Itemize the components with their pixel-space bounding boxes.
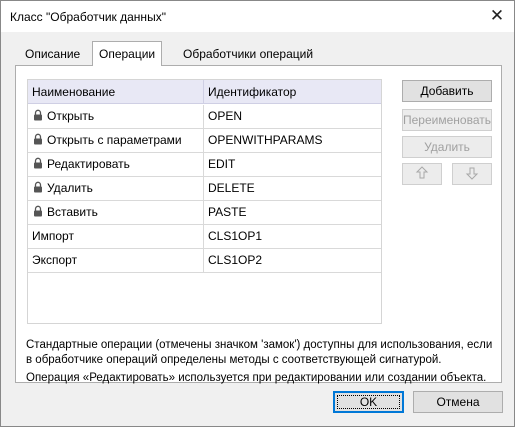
table-row[interactable]: Импорт CLS1OP1 [28, 225, 381, 249]
table-row[interactable]: Вставить PASTE [28, 201, 381, 225]
focus-ring [337, 395, 400, 409]
move-down-button[interactable] [452, 163, 492, 185]
tab-operation-handlers[interactable]: Обработчики операций [177, 44, 319, 65]
operation-name: Вставить [47, 205, 98, 219]
ok-button[interactable]: OK [333, 391, 404, 413]
window-title: Класс "Обработчик данных" [10, 10, 166, 24]
table-row[interactable]: Редактировать EDIT [28, 153, 381, 177]
operation-identifier-cell[interactable]: CLS1OP1 [204, 225, 381, 248]
dialog-window: Класс "Обработчик данных" ✕ Описание Опе… [0, 0, 515, 427]
operation-name: Открыть с параметрами [47, 133, 182, 147]
table-row[interactable]: Открыть OPEN [28, 105, 381, 129]
operation-identifier-cell[interactable]: OPENWITHPARAMS [204, 129, 381, 152]
add-button[interactable]: Добавить [402, 80, 492, 102]
info-standard-operations: Стандартные операции (отмечены значком '… [26, 339, 493, 366]
table-row[interactable]: Экспорт CLS1OP2 [28, 249, 381, 273]
table-row[interactable]: Открыть с параметрами OPENWITHPARAMS [28, 129, 381, 153]
arrow-down-icon [465, 167, 479, 180]
table-header: Наименование Идентификатор [28, 80, 381, 104]
close-icon[interactable]: ✕ [480, 1, 514, 31]
tab-operations[interactable]: Операции [92, 41, 163, 66]
lock-icon [34, 157, 42, 169]
operation-name: Редактировать [47, 157, 130, 171]
column-header-identifier[interactable]: Идентификатор [204, 80, 381, 104]
cancel-button[interactable]: Отмена [413, 391, 503, 413]
operation-name: Удалить [47, 181, 93, 195]
lock-icon [34, 109, 42, 121]
delete-button[interactable]: Удалить [402, 136, 492, 158]
operation-name-cell[interactable]: Вставить [28, 201, 204, 224]
title-bar[interactable]: Класс "Обработчик данных" ✕ [1, 1, 514, 32]
lock-icon [34, 205, 42, 217]
info-text: Стандартные операции (отмечены значком '… [26, 338, 496, 389]
rename-button[interactable]: Переименовать [402, 109, 492, 131]
operation-name-cell[interactable]: Редактировать [28, 153, 204, 176]
lock-icon [34, 133, 42, 145]
operations-table[interactable]: Наименование Идентификатор Открыть OPEN От… [27, 79, 382, 324]
operation-identifier-cell[interactable]: OPEN [204, 105, 381, 128]
operations-panel: Наименование Идентификатор Открыть OPEN От… [15, 65, 502, 384]
operation-identifier-cell[interactable]: DELETE [204, 177, 381, 200]
table-row[interactable]: Удалить DELETE [28, 177, 381, 201]
operation-name-cell[interactable]: Открыть [28, 105, 204, 128]
tab-description[interactable]: Описание [19, 44, 86, 65]
operation-name: Импорт [32, 229, 74, 243]
operation-name-cell[interactable]: Экспорт [28, 249, 204, 272]
operation-identifier-cell[interactable]: CLS1OP2 [204, 249, 381, 272]
operation-name-cell[interactable]: Импорт [28, 225, 204, 248]
column-header-name[interactable]: Наименование [28, 80, 204, 104]
move-up-button[interactable] [402, 163, 442, 185]
operation-name-cell[interactable]: Удалить [28, 177, 204, 200]
lock-icon [34, 181, 42, 193]
operation-name: Экспорт [32, 253, 78, 267]
arrow-up-icon [415, 166, 429, 179]
operation-identifier-cell[interactable]: PASTE [204, 201, 381, 224]
info-edit-operation: Операция «Редактировать» используется пр… [26, 372, 487, 384]
operation-identifier-cell[interactable]: EDIT [204, 153, 381, 176]
operation-name-cell[interactable]: Открыть с параметрами [28, 129, 204, 152]
operation-name: Открыть [47, 109, 95, 123]
